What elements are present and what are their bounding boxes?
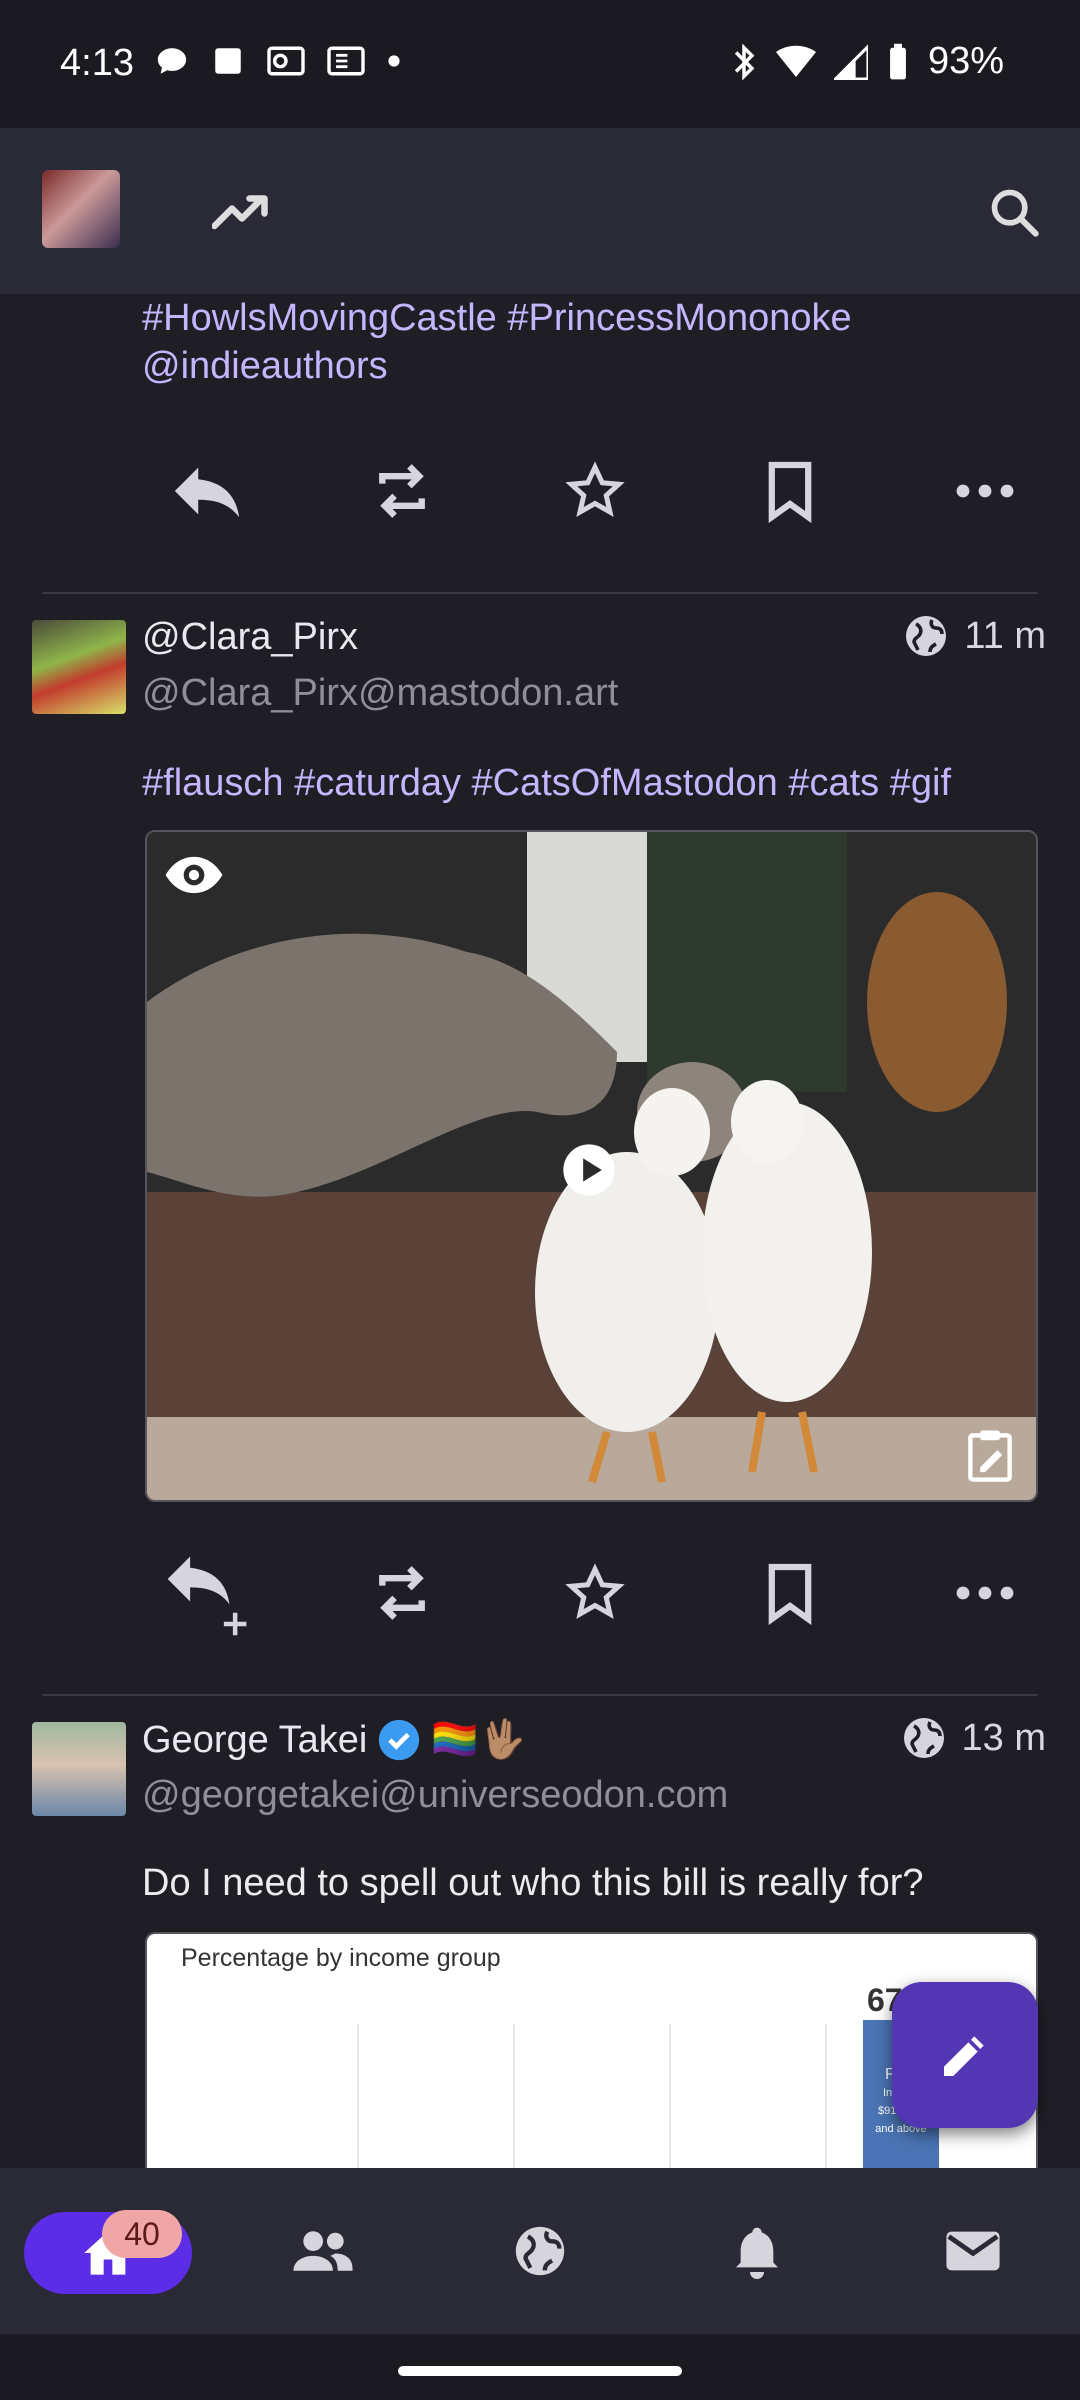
star-icon bbox=[565, 461, 625, 517]
display-name-row[interactable]: George Takei 🏳️‍🌈🖖🏽 bbox=[142, 1718, 526, 1762]
more-dot-icon bbox=[388, 55, 400, 67]
reply-icon bbox=[174, 467, 240, 518]
signal-icon bbox=[833, 43, 868, 80]
boost-icon bbox=[379, 464, 425, 518]
gridline bbox=[825, 2024, 827, 2174]
wifi-icon bbox=[775, 45, 816, 77]
display-name[interactable]: George Takei bbox=[142, 1719, 367, 1762]
globe-icon bbox=[906, 616, 947, 656]
hashtags-line-1[interactable]: #HowlsMovingCastle #PrincessMononoke bbox=[142, 294, 1042, 342]
status-bar: 4:13 93% bbox=[0, 0, 1080, 128]
boost-button[interactable] bbox=[357, 446, 447, 536]
bell-icon bbox=[736, 2227, 778, 2279]
reply-all-icon bbox=[167, 1556, 247, 1636]
system-icons: 93% bbox=[730, 40, 1004, 83]
post-divider bbox=[42, 1694, 1038, 1696]
nav-federated-tab[interactable] bbox=[495, 2206, 585, 2296]
globe-icon bbox=[515, 2226, 565, 2276]
battery-percent: 93% bbox=[927, 40, 1004, 82]
alt-text-icon[interactable] bbox=[965, 1428, 1015, 1482]
post-divider bbox=[42, 592, 1038, 594]
more-horizontal-icon bbox=[956, 1586, 1014, 1600]
battery-icon bbox=[890, 43, 906, 79]
nav-messages-tab[interactable] bbox=[928, 2206, 1018, 2296]
nav-notifications-tab[interactable] bbox=[712, 2206, 802, 2296]
reply-button[interactable] bbox=[162, 446, 252, 536]
boost-button[interactable] bbox=[357, 1548, 447, 1638]
outlook-notification-icon bbox=[267, 46, 305, 76]
people-icon bbox=[293, 2231, 353, 2271]
post-meta: 11 m bbox=[902, 612, 1046, 660]
chat-notification-icon bbox=[157, 48, 187, 74]
globe-icon bbox=[903, 1718, 944, 1758]
star-icon bbox=[565, 1563, 625, 1619]
bottom-navigation: 40 bbox=[0, 2168, 1080, 2334]
search-icon[interactable] bbox=[988, 186, 1040, 238]
hashtags-line-2[interactable]: @indieauthors bbox=[142, 342, 1042, 390]
favourite-button[interactable] bbox=[550, 1548, 640, 1638]
post-content[interactable]: #flausch #caturday #CatsOfMastodon #cats… bbox=[142, 762, 1042, 805]
more-horizontal-icon bbox=[956, 484, 1014, 498]
post-time: 13 m bbox=[961, 1716, 1046, 1759]
user-handle[interactable]: @georgetakei@universeodon.com bbox=[142, 1774, 728, 1817]
chart-title: Percentage by income group bbox=[181, 1944, 501, 1972]
more-button[interactable] bbox=[940, 446, 1030, 536]
boost-icon bbox=[379, 1566, 425, 1620]
post-actions-previous bbox=[142, 446, 1042, 536]
square-notification-icon bbox=[215, 48, 241, 74]
post-meta: 13 m bbox=[900, 1714, 1046, 1762]
verified-icon bbox=[379, 1719, 420, 1761]
pencil-icon bbox=[944, 2036, 984, 2076]
compose-button[interactable] bbox=[892, 1982, 1038, 2128]
media-attachment-gif[interactable] bbox=[145, 830, 1038, 1502]
top-app-bar bbox=[0, 128, 1080, 294]
nav-local-tab[interactable] bbox=[278, 2206, 368, 2296]
bookmark-button[interactable] bbox=[745, 446, 835, 536]
mail-icon bbox=[946, 2231, 1000, 2271]
notification-icons bbox=[155, 44, 401, 78]
favourite-button[interactable] bbox=[550, 446, 640, 536]
gesture-handle[interactable] bbox=[398, 2366, 682, 2376]
avatar[interactable] bbox=[32, 1722, 126, 1816]
bluetooth-icon bbox=[734, 43, 755, 80]
bookmark-icon bbox=[768, 1563, 812, 1625]
gridline bbox=[669, 2024, 671, 2174]
home-unread-badge: 40 bbox=[102, 2210, 182, 2258]
post-content[interactable]: Do I need to spell out who this bill is … bbox=[142, 1862, 1042, 1905]
user-handle[interactable]: @Clara_Pirx@mastodon.art bbox=[142, 672, 618, 715]
trending-icon[interactable] bbox=[212, 186, 272, 236]
gridline bbox=[513, 2024, 515, 2174]
display-name-emojis: 🏳️‍🌈🖖🏽 bbox=[431, 1719, 526, 1761]
bookmark-icon bbox=[768, 461, 812, 523]
reply-thread-button[interactable] bbox=[162, 1548, 252, 1638]
avatar[interactable] bbox=[32, 620, 126, 714]
outlook-notification-icon-2 bbox=[327, 46, 365, 76]
post-actions-clara bbox=[142, 1548, 1042, 1638]
post-time: 11 m bbox=[964, 614, 1046, 657]
status-time: 4:13 bbox=[60, 42, 134, 84]
previous-post-hashtags[interactable]: #HowlsMovingCastle #PrincessMononoke @in… bbox=[142, 294, 1042, 390]
bookmark-button[interactable] bbox=[745, 1548, 835, 1638]
gridline bbox=[357, 2024, 359, 2174]
account-avatar[interactable] bbox=[42, 170, 120, 248]
display-name[interactable]: @Clara_Pirx bbox=[142, 616, 358, 659]
more-button[interactable] bbox=[940, 1548, 1030, 1638]
gesture-bar bbox=[0, 2334, 1080, 2400]
play-icon[interactable] bbox=[561, 1142, 617, 1198]
visibility-eye-icon[interactable] bbox=[163, 852, 225, 898]
